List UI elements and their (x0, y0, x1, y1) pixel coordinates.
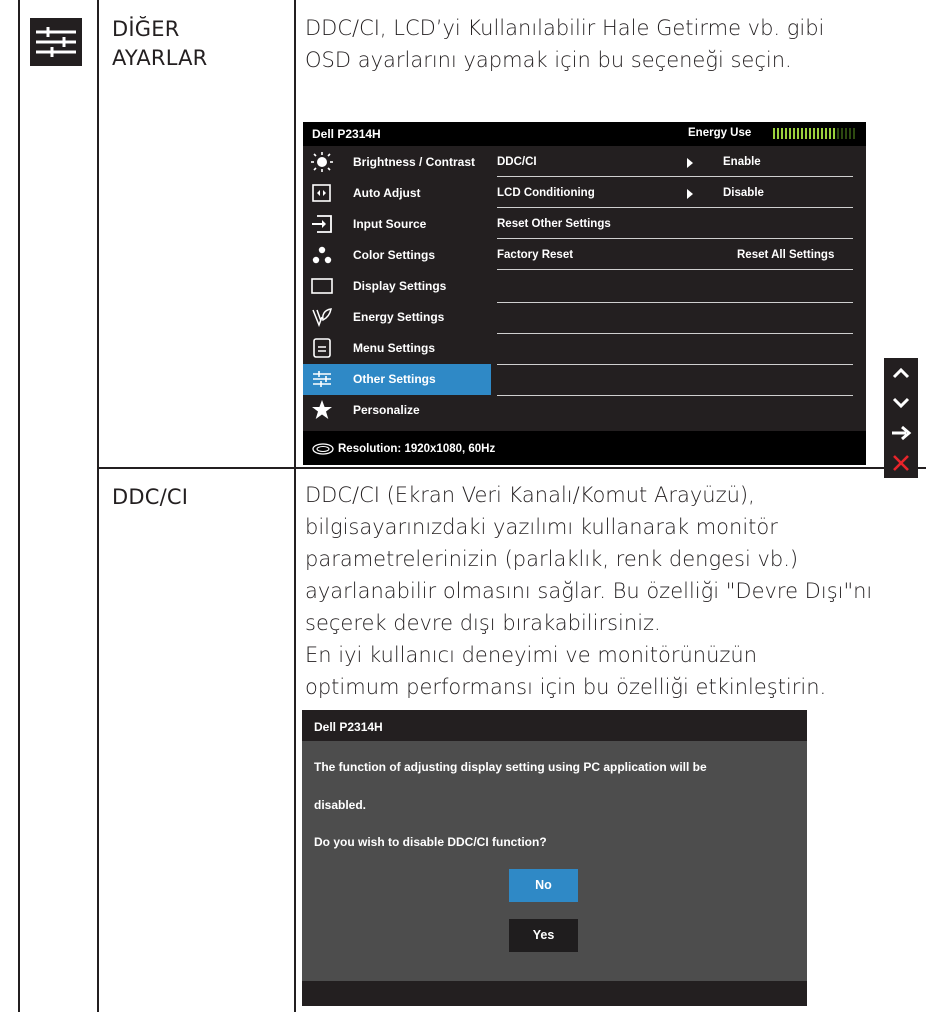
menu-item-color-settings[interactable]: Color Settings (303, 240, 491, 271)
description-line: DDC/CI, LCD’yi Kullanılabilir Hale Getir… (305, 16, 825, 40)
table-row-divider (97, 467, 926, 469)
menu-item-label: Personalize (353, 403, 420, 417)
description-line: OSD ayarlarını yapmak için bu seçeneği s… (305, 48, 792, 72)
resolution-text: Resolution: 1920x1080, 60Hz (338, 443, 496, 455)
brightness-icon (311, 152, 333, 172)
input-source-icon (311, 214, 333, 234)
up-icon (884, 358, 918, 388)
submenu-value: Disable (723, 187, 764, 199)
menu-item-label: Color Settings (353, 248, 436, 262)
menu-item-label: Display Settings (353, 279, 447, 293)
row-description-ddcci: DDC/CI (Ekran Veri Kanalı/Komut Arayüzü)… (305, 479, 872, 703)
submenu-row-empty (497, 365, 853, 396)
menu-item-input-source[interactable]: Input Source (303, 209, 491, 240)
menu-item-energy-settings[interactable]: Energy Settings (303, 302, 491, 333)
osd-menu: Dell P2314H Energy Use Brightness / Cont… (303, 122, 866, 465)
dialog-message-line1: The function of adjusting display settin… (314, 760, 707, 774)
osd-footer: Resolution: 1920x1080, 60Hz (303, 431, 866, 465)
monitor-icon (312, 442, 334, 455)
star-icon (311, 400, 333, 420)
menu-item-menu-settings[interactable]: Menu Settings (303, 333, 491, 364)
display-settings-icon (311, 276, 333, 296)
menu-item-display-settings[interactable]: Display Settings (303, 271, 491, 302)
submenu-value: Enable (723, 156, 761, 168)
ddcci-confirm-dialog: Dell P2314H The function of adjusting di… (302, 710, 807, 1006)
menu-item-auto-adjust[interactable]: Auto Adjust (303, 178, 491, 209)
dialog-message-line2: disabled. (314, 798, 367, 812)
description-line: seçerek devre dışı bırakabilirsiniz. (305, 611, 661, 635)
table-border-left (18, 0, 20, 1012)
osd-submenu: DDC/CI Enable LCD Conditioning Disable R… (491, 146, 866, 431)
description-line: DDC/CI (Ekran Veri Kanalı/Komut Arayüzü)… (305, 483, 755, 507)
menu-item-label: Other Settings (353, 372, 436, 386)
down-button[interactable] (884, 388, 918, 418)
submenu-row-empty (497, 303, 853, 334)
yes-button[interactable]: Yes (509, 919, 578, 952)
up-button[interactable] (884, 358, 918, 388)
table-border-col2 (294, 0, 296, 1012)
enter-button[interactable] (884, 418, 918, 448)
description-line: parametrelerinizin (parlaklık, renk deng… (305, 547, 799, 571)
description-line: optimum performansı için bu özelliği etk… (305, 675, 827, 699)
energy-use-label: Energy Use (688, 127, 752, 139)
menu-item-personalize[interactable]: Personalize (303, 395, 491, 426)
no-button[interactable]: No (509, 869, 578, 902)
dialog-title: Dell P2314H (314, 720, 383, 734)
submenu-key: Factory Reset (497, 249, 574, 261)
menu-item-label: Menu Settings (353, 341, 436, 355)
energy-settings-icon (311, 307, 333, 328)
description-line: En iyi kullanıcı deneyimi ve monitörünüz… (305, 643, 758, 667)
auto-adjust-icon (311, 183, 333, 203)
other-settings-icon (311, 369, 333, 389)
right-arrow-icon (884, 418, 918, 448)
menu-settings-icon (311, 338, 333, 358)
osd-title: Dell P2314H (312, 127, 381, 141)
energy-meter (773, 128, 857, 139)
menu-item-label: Auto Adjust (353, 186, 421, 200)
other-settings-icon (30, 18, 82, 66)
table-border-col1 (97, 0, 99, 1012)
submenu-row-factory-reset[interactable]: Factory Reset Reset All Settings (497, 240, 853, 270)
menu-item-label: Input Source (353, 217, 427, 231)
submenu-key: LCD Conditioning (497, 187, 595, 199)
label-line1: DİĞER (112, 17, 180, 41)
dialog-question: Do you wish to disable DDC/CI function? (314, 835, 547, 849)
exit-button[interactable] (884, 448, 918, 478)
submenu-row-lcd-conditioning[interactable]: LCD Conditioning Disable (497, 178, 853, 208)
close-icon (884, 448, 918, 478)
osd-menu-list: Brightness / Contrast Auto Adjust Input … (303, 146, 491, 431)
submenu-arrow-icon (687, 189, 693, 199)
submenu-row-empty (497, 272, 853, 303)
row-label-ddcci: DDC/CI (112, 485, 189, 509)
submenu-row-reset-other-settings[interactable]: Reset Other Settings (497, 209, 853, 239)
submenu-row-empty (497, 334, 853, 365)
dialog-header: Dell P2314H (302, 710, 807, 741)
dialog-footer (302, 981, 807, 1006)
menu-item-other-settings[interactable]: Other Settings (303, 364, 491, 395)
row-description-other-settings: DDC/CI, LCD’yi Kullanılabilir Hale Getir… (305, 12, 824, 76)
menu-item-label: Brightness / Contrast (353, 155, 476, 169)
osd-header: Dell P2314H Energy Use (303, 122, 866, 146)
submenu-row-ddcci[interactable]: DDC/CI Enable (497, 147, 853, 177)
menu-item-label: Energy Settings (353, 310, 445, 324)
row-label-other-settings: DİĞER AYARLAR (112, 15, 207, 73)
menu-item-brightness-contrast[interactable]: Brightness / Contrast (303, 147, 491, 178)
submenu-key: Reset Other Settings (497, 218, 611, 230)
description-line: bilgisayarınızdaki yazılımı kullanarak m… (305, 515, 778, 539)
submenu-arrow-icon (687, 158, 693, 168)
label-line2: AYARLAR (112, 46, 208, 70)
color-settings-icon (311, 245, 333, 265)
submenu-value: Reset All Settings (737, 249, 835, 261)
down-icon (884, 388, 918, 418)
description-line: ayarlanabilir olmasını sağlar. Bu özelli… (305, 579, 873, 603)
submenu-key: DDC/CI (497, 156, 537, 168)
